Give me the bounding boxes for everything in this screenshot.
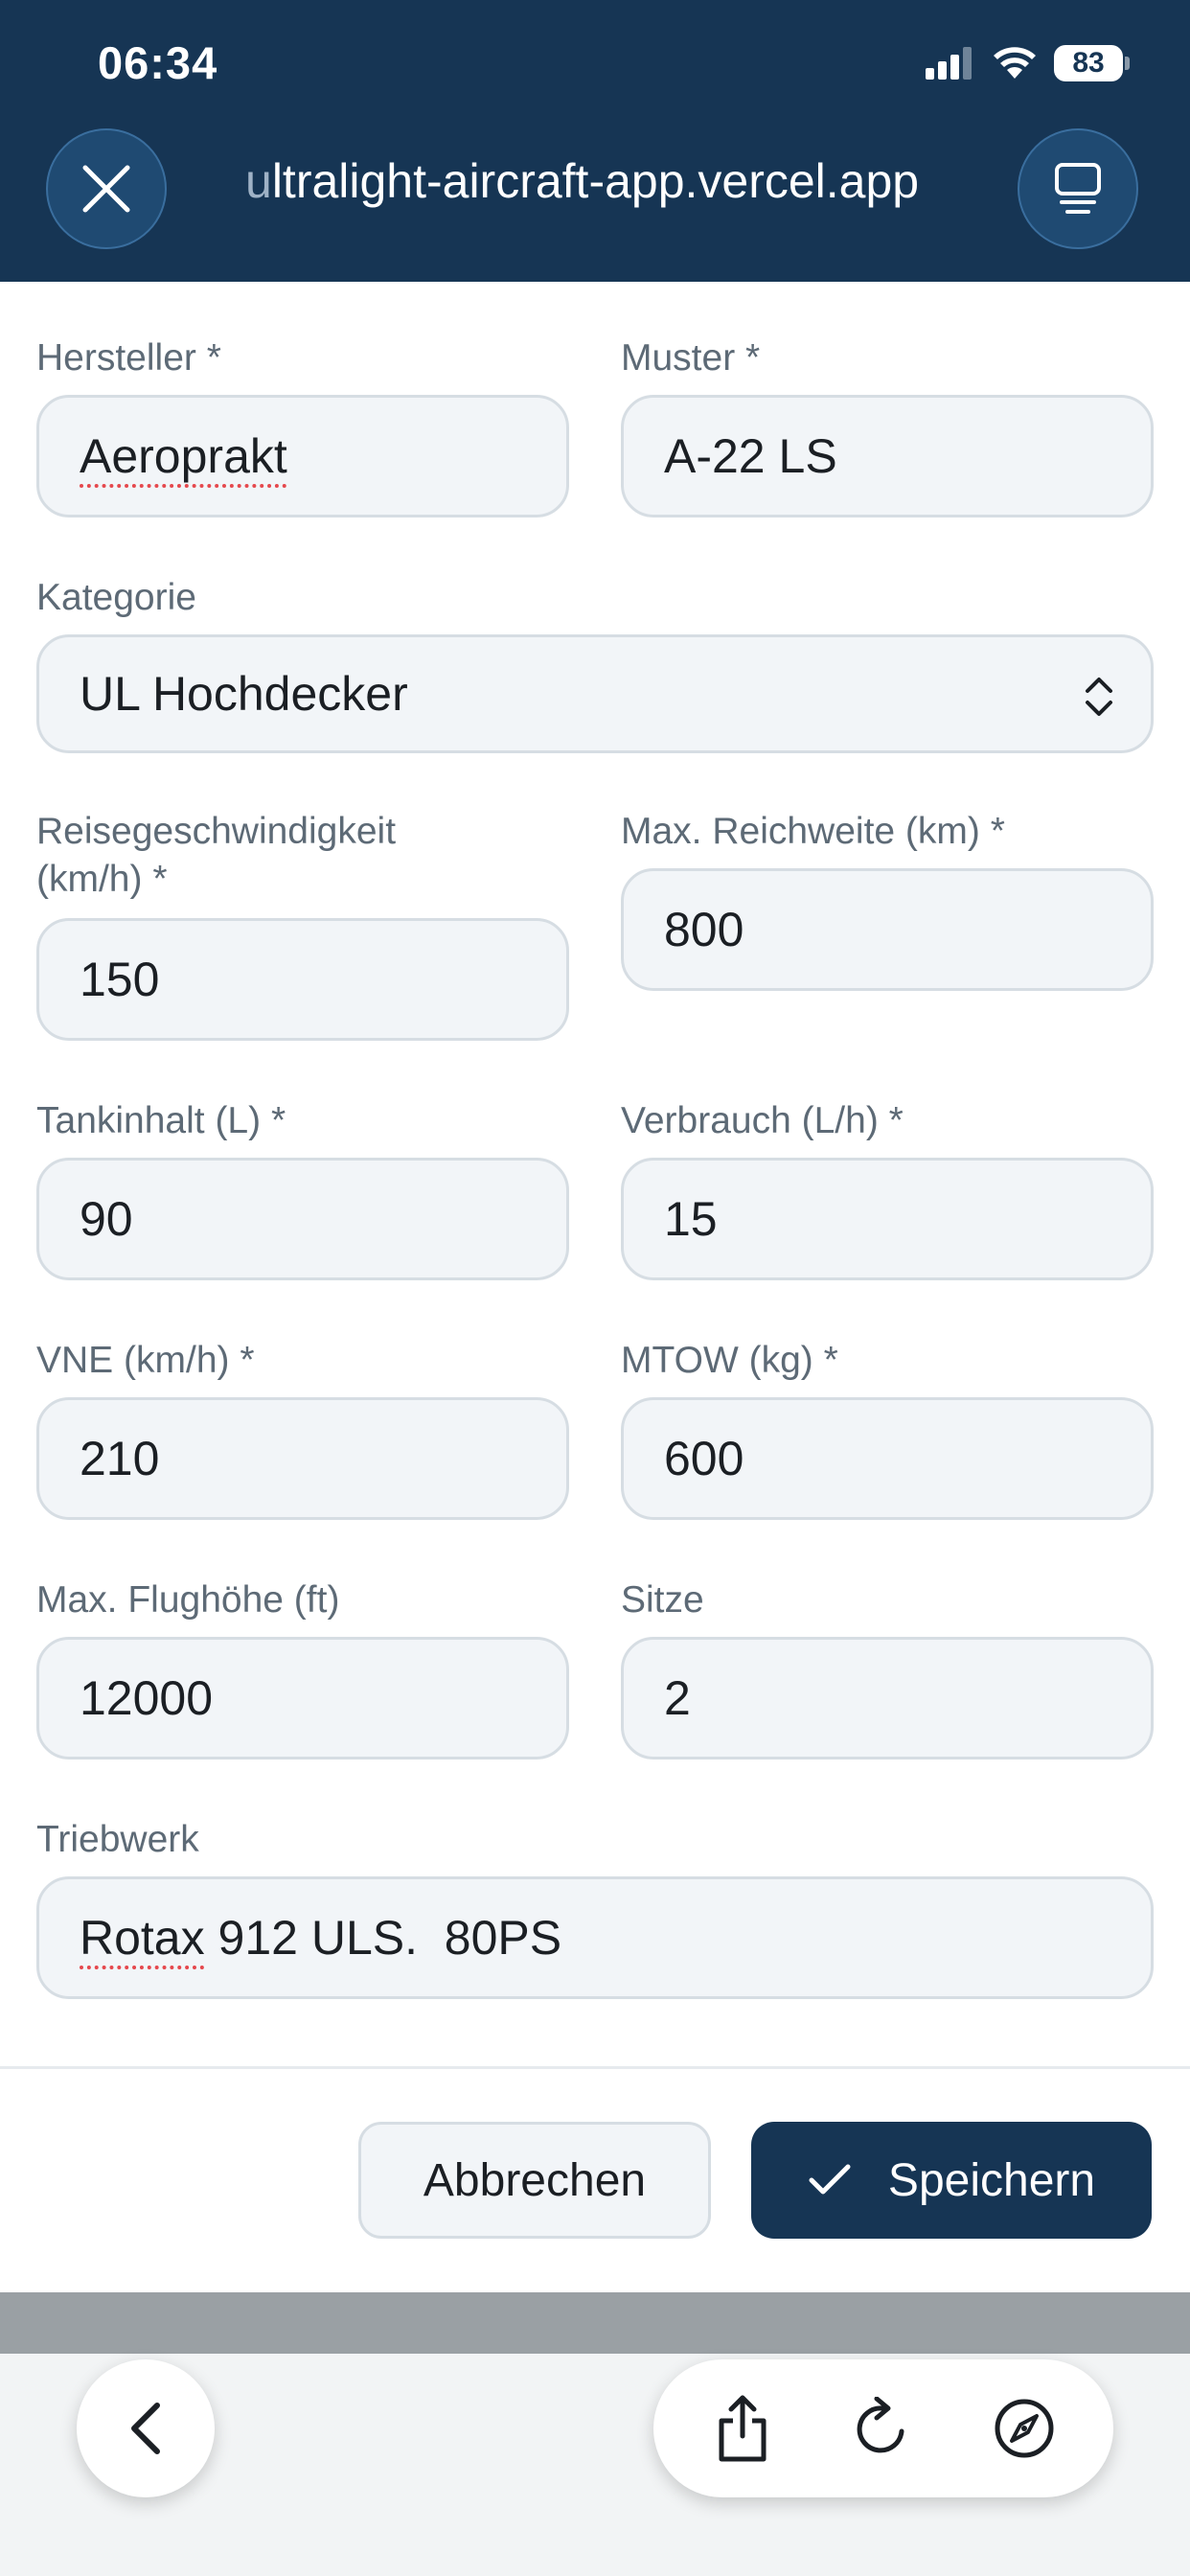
model-input[interactable]: A-22 LS xyxy=(621,395,1154,518)
engine-value: Rotax 912 ULS. 80PS xyxy=(80,1910,561,1966)
vne-value: 210 xyxy=(80,1432,160,1485)
backdrop-band xyxy=(0,2292,1190,2354)
browser-actions xyxy=(653,2359,1113,2497)
engine-input[interactable]: Rotax 912 ULS. 80PS xyxy=(36,1876,1154,1999)
save-button[interactable]: Speichern xyxy=(751,2122,1152,2239)
tabs-button[interactable] xyxy=(1018,128,1138,249)
compass-icon xyxy=(995,2399,1054,2458)
browser-top-bar: 06:34 83 ultralight-aircraft-app.vercel.… xyxy=(0,0,1190,282)
vne-label: VNE (km/h) * xyxy=(36,1340,255,1381)
url-first-char: u xyxy=(245,154,272,208)
engine-value-part2: 912 ULS. 80PS xyxy=(204,1911,562,1965)
close-button[interactable] xyxy=(46,128,167,249)
category-value: UL Hochdecker xyxy=(80,667,408,721)
url-display[interactable]: ultralight-aircraft-app.vercel.app xyxy=(245,153,993,209)
status-icons: 83 xyxy=(926,42,1130,84)
chevron-up-down-icon xyxy=(1086,678,1112,716)
status-time: 06:34 xyxy=(98,37,218,88)
manufacturer-label: Hersteller * xyxy=(36,337,221,379)
model-label: Muster * xyxy=(621,337,761,379)
footer-divider xyxy=(0,2066,1190,2069)
reload-icon xyxy=(857,2397,904,2453)
cancel-label: Abbrechen xyxy=(423,2154,647,2206)
seats-label: Sitze xyxy=(621,1579,704,1621)
chevron-left-icon xyxy=(131,2403,160,2454)
consumption-value: 15 xyxy=(664,1192,718,1246)
max-range-label: Max. Reichweite (km) * xyxy=(621,811,1005,852)
mtow-value: 600 xyxy=(664,1432,744,1485)
max-altitude-input[interactable]: 12000 xyxy=(36,1637,569,1760)
cruise-speed-input[interactable]: 150 xyxy=(36,918,569,1041)
max-range-value: 800 xyxy=(664,903,744,956)
share-icon xyxy=(719,2395,767,2462)
mtow-input[interactable]: 600 xyxy=(621,1397,1154,1520)
compass-button[interactable] xyxy=(976,2380,1072,2476)
category-select[interactable]: UL Hochdecker xyxy=(36,634,1154,753)
manufacturer-input[interactable]: Aeroprakt xyxy=(36,395,569,518)
max-altitude-value: 12000 xyxy=(80,1671,214,1725)
seats-input[interactable]: 2 xyxy=(621,1637,1154,1760)
check-icon xyxy=(809,2164,851,2195)
back-button[interactable] xyxy=(77,2359,215,2497)
tank-value: 90 xyxy=(80,1192,133,1246)
wifi-icon xyxy=(994,47,1036,79)
category-label: Kategorie xyxy=(36,577,196,618)
max-range-input[interactable]: 800 xyxy=(621,868,1154,991)
cruise-speed-value: 150 xyxy=(80,953,160,1006)
close-icon xyxy=(82,165,130,213)
manufacturer-value: Aeroprakt xyxy=(80,429,287,483)
url-rest: ltralight-aircraft-app.vercel.app xyxy=(271,154,920,208)
tank-label: Tankinhalt (L) * xyxy=(36,1100,286,1141)
seats-value: 2 xyxy=(664,1671,691,1725)
model-value: A-22 LS xyxy=(664,429,837,483)
save-label: Speichern xyxy=(887,2154,1096,2206)
consumption-input[interactable]: 15 xyxy=(621,1158,1154,1280)
tabs-icon xyxy=(1055,163,1101,214)
share-button[interactable] xyxy=(695,2380,790,2476)
cruise-speed-label-line1: Reisegeschwindigkeit xyxy=(36,811,397,852)
engine-value-part1: Rotax xyxy=(80,1911,205,1965)
reload-button[interactable] xyxy=(835,2380,931,2476)
engine-label: Triebwerk xyxy=(36,1819,199,1860)
max-altitude-label: Max. Flughöhe (ft) xyxy=(36,1579,340,1621)
battery-indicator: 83 xyxy=(1054,45,1130,81)
mtow-label: MTOW (kg) * xyxy=(621,1340,838,1381)
cancel-button[interactable]: Abbrechen xyxy=(358,2122,711,2239)
battery-level: 83 xyxy=(1072,47,1105,79)
consumption-label: Verbrauch (L/h) * xyxy=(621,1100,904,1141)
tank-input[interactable]: 90 xyxy=(36,1158,569,1280)
vne-input[interactable]: 210 xyxy=(36,1397,569,1520)
signal-icon xyxy=(926,47,972,80)
cruise-speed-label-line2: (km/h) * xyxy=(36,859,168,900)
